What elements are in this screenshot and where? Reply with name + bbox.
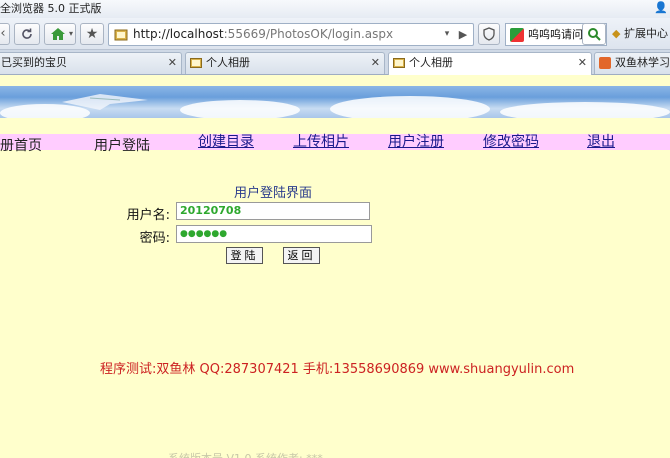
banner-cloud: [330, 96, 490, 118]
go-arrow-icon[interactable]: ▶: [455, 24, 471, 45]
footer-contact-info: 程序测试:双鱼林 QQ:287307421 手机:13558690869 www…: [100, 362, 575, 377]
shield-icon: [483, 27, 495, 41]
tab-close-icon[interactable]: ✕: [371, 53, 380, 73]
url-host: http://localhost: [133, 27, 224, 41]
banner-cloud: [180, 100, 300, 118]
login-title: 用户登陆界面: [234, 186, 313, 201]
tab-label: 个人相册: [206, 56, 250, 69]
login-button[interactable]: 登陆: [226, 247, 263, 264]
site-banner: [0, 86, 670, 118]
page-top-gap: [0, 75, 670, 86]
refresh-icon: [22, 28, 32, 39]
tab-shuangyulin[interactable]: 双鱼林学习系: [594, 52, 670, 74]
home-dropdown-icon[interactable]: ▾: [69, 24, 73, 44]
extension-label: 扩展中心: [623, 27, 668, 40]
browser-title: 全浏览器 5.0 正式版: [0, 2, 102, 15]
nav-logout[interactable]: 退出: [587, 134, 615, 150]
password-label: 密码:: [139, 231, 170, 246]
nav-register[interactable]: 用户注册: [388, 134, 444, 150]
url-dropdown-icon[interactable]: ▾: [439, 24, 455, 45]
browser-toolbar: ‹ ▾ ★ http://localhost:55669/PhotosOK/lo…: [0, 18, 670, 50]
banner-cloud: [500, 102, 670, 118]
extension-center-button[interactable]: ◆ 扩展中心: [612, 23, 668, 45]
refresh-button[interactable]: [14, 23, 40, 45]
search-icon: [588, 28, 601, 41]
back-button[interactable]: ‹: [0, 23, 10, 45]
tab-label: 已买到的宝贝: [1, 56, 67, 69]
nav-home[interactable]: 相册首页: [0, 138, 42, 154]
tab-bar: 已买到的宝贝 ✕ 个人相册 ✕ 个人相册 ✕ 双鱼林学习系: [0, 50, 670, 75]
url-path: :55669/PhotosOK/login.aspx: [223, 27, 394, 41]
nav-login[interactable]: 用户登陆: [94, 138, 150, 154]
password-input[interactable]: ●●●●●●: [176, 225, 372, 243]
home-button[interactable]: ▾: [44, 23, 76, 45]
url-text: http://localhost:55669/PhotosOK/login.as…: [133, 24, 393, 45]
tab-close-icon[interactable]: ✕: [578, 53, 587, 73]
home-icon: [51, 28, 65, 40]
tab-label: 个人相册: [409, 56, 453, 69]
search-button[interactable]: [582, 23, 606, 45]
tab-label: 双鱼林学习系: [615, 56, 670, 69]
tab-photo-album-1[interactable]: 个人相册 ✕: [185, 52, 385, 74]
address-bar[interactable]: http://localhost:55669/PhotosOK/login.as…: [108, 23, 474, 46]
favorite-star-icon[interactable]: ★: [80, 23, 104, 45]
shield-button[interactable]: [478, 23, 500, 45]
browser-title-bar: 全浏览器 5.0 正式版 👤: [0, 0, 670, 18]
page-icon: [190, 58, 202, 68]
nav-change-password[interactable]: 修改密码: [483, 134, 539, 150]
extension-icon: ◆: [612, 27, 621, 40]
nav-upload-photo[interactable]: 上传相片: [293, 134, 349, 150]
nav-create-folder[interactable]: 创建目录: [198, 134, 254, 150]
username-label: 用户名:: [126, 208, 170, 223]
tab-purchased-items[interactable]: 已买到的宝贝 ✕: [0, 52, 182, 74]
page-icon: [114, 29, 128, 41]
back-button[interactable]: 返回: [283, 247, 320, 264]
tab-close-icon[interactable]: ✕: [168, 53, 177, 73]
user-icon[interactable]: 👤: [654, 2, 668, 14]
tab-photo-album-active[interactable]: 个人相册 ✕: [388, 52, 592, 75]
page-icon: [393, 58, 405, 68]
search-input[interactable]: 呜呜呜请问: [528, 24, 583, 45]
footer-version: 系统版本号 V1.0 系统作者: ***: [168, 450, 323, 458]
banner-bird-image: [62, 94, 148, 110]
site-icon: [599, 57, 611, 69]
username-input[interactable]: 20120708: [176, 202, 370, 220]
main-nav: 相册首页 用户登陆 创建目录 上传相片 用户注册 修改密码 退出: [0, 134, 670, 154]
search-engine-icon[interactable]: [510, 28, 524, 42]
